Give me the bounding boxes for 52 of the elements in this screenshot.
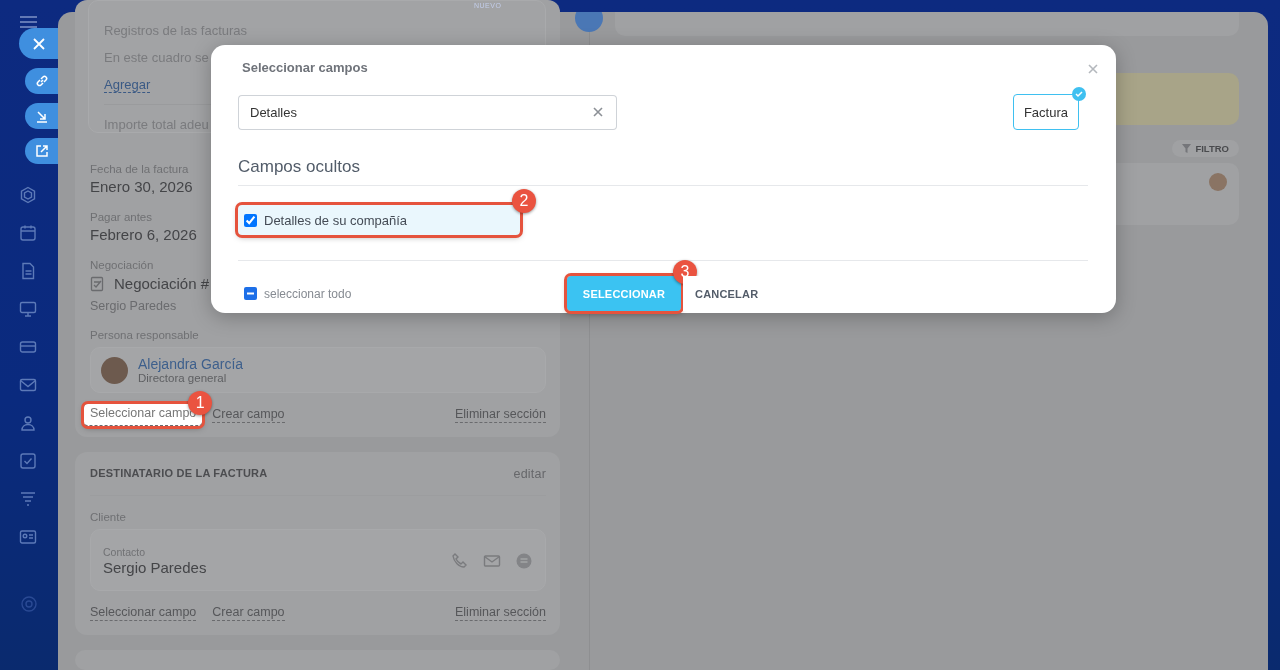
select-all-label[interactable]: seleccionar todo — [264, 286, 352, 301]
mail-icon[interactable] — [19, 376, 37, 394]
checkbox[interactable] — [244, 213, 257, 227]
deal-value: Negociación # — [114, 275, 210, 292]
dialog-title: Seleccionar campos — [242, 60, 369, 75]
presentation-icon[interactable] — [19, 300, 37, 318]
calendar-icon[interactable] — [19, 224, 37, 242]
external-link-button[interactable] — [25, 138, 58, 164]
person-role: Directora general — [138, 372, 228, 384]
select-button[interactable]: SELECCIONAR — [567, 276, 681, 311]
settings-icon[interactable] — [20, 595, 38, 613]
close-icon — [32, 37, 45, 50]
link-icon — [34, 74, 49, 88]
mail-icon[interactable] — [483, 552, 501, 570]
avatar — [1209, 173, 1227, 191]
person-name[interactable]: Alejandra García — [138, 356, 244, 372]
checkbox-icon[interactable] — [19, 452, 37, 470]
field-action-link[interactable]: Crear campo — [212, 605, 285, 621]
contact-card-icon[interactable] — [19, 528, 37, 546]
contact-name: Sergio Paredes — [103, 559, 207, 576]
document-icon[interactable] — [19, 262, 37, 280]
close-button[interactable] — [19, 28, 58, 59]
external-link-icon — [34, 144, 49, 158]
hexagon-icon[interactable] — [19, 186, 37, 204]
filter-button[interactable]: FILTRO — [1172, 140, 1239, 157]
checklist-icon — [90, 275, 106, 292]
funnel-icon[interactable] — [19, 490, 37, 508]
arrow-icon — [34, 109, 49, 123]
section-title: DESTINATARIO DE LA FACTURA — [90, 467, 268, 481]
partial-checkbox[interactable] — [244, 287, 257, 300]
edit-link[interactable]: editar — [513, 467, 546, 481]
filter-icon — [1182, 144, 1192, 153]
people-icon[interactable] — [19, 414, 37, 432]
step-number-badge: 2 — [512, 189, 536, 213]
menu-icon[interactable] — [20, 15, 37, 29]
field-option[interactable]: Detalles de su compañía — [238, 205, 520, 235]
field-action-link[interactable]: Seleccionar campo — [90, 605, 197, 621]
section-heading: Campos ocultos — [238, 157, 1088, 186]
phone-icon[interactable] — [451, 552, 469, 570]
field-value: Enero 30, 2026 — [90, 178, 193, 195]
timeline-dot — [575, 12, 603, 32]
add-link[interactable]: Agregar — [104, 77, 151, 93]
field-action-link[interactable]: Eliminar sección — [455, 407, 546, 423]
link-button[interactable] — [25, 68, 58, 94]
card-icon[interactable] — [19, 338, 37, 356]
field-action-link[interactable]: Eliminar sección — [455, 605, 546, 621]
download-button[interactable] — [25, 103, 58, 129]
entity-tag[interactable]: Factura — [1012, 94, 1079, 130]
avatar — [101, 356, 128, 384]
check-badge-icon — [1072, 87, 1086, 101]
field-action-link[interactable]: Crear campo — [212, 407, 285, 423]
field-value: Febrero 6, 2026 — [90, 226, 197, 243]
